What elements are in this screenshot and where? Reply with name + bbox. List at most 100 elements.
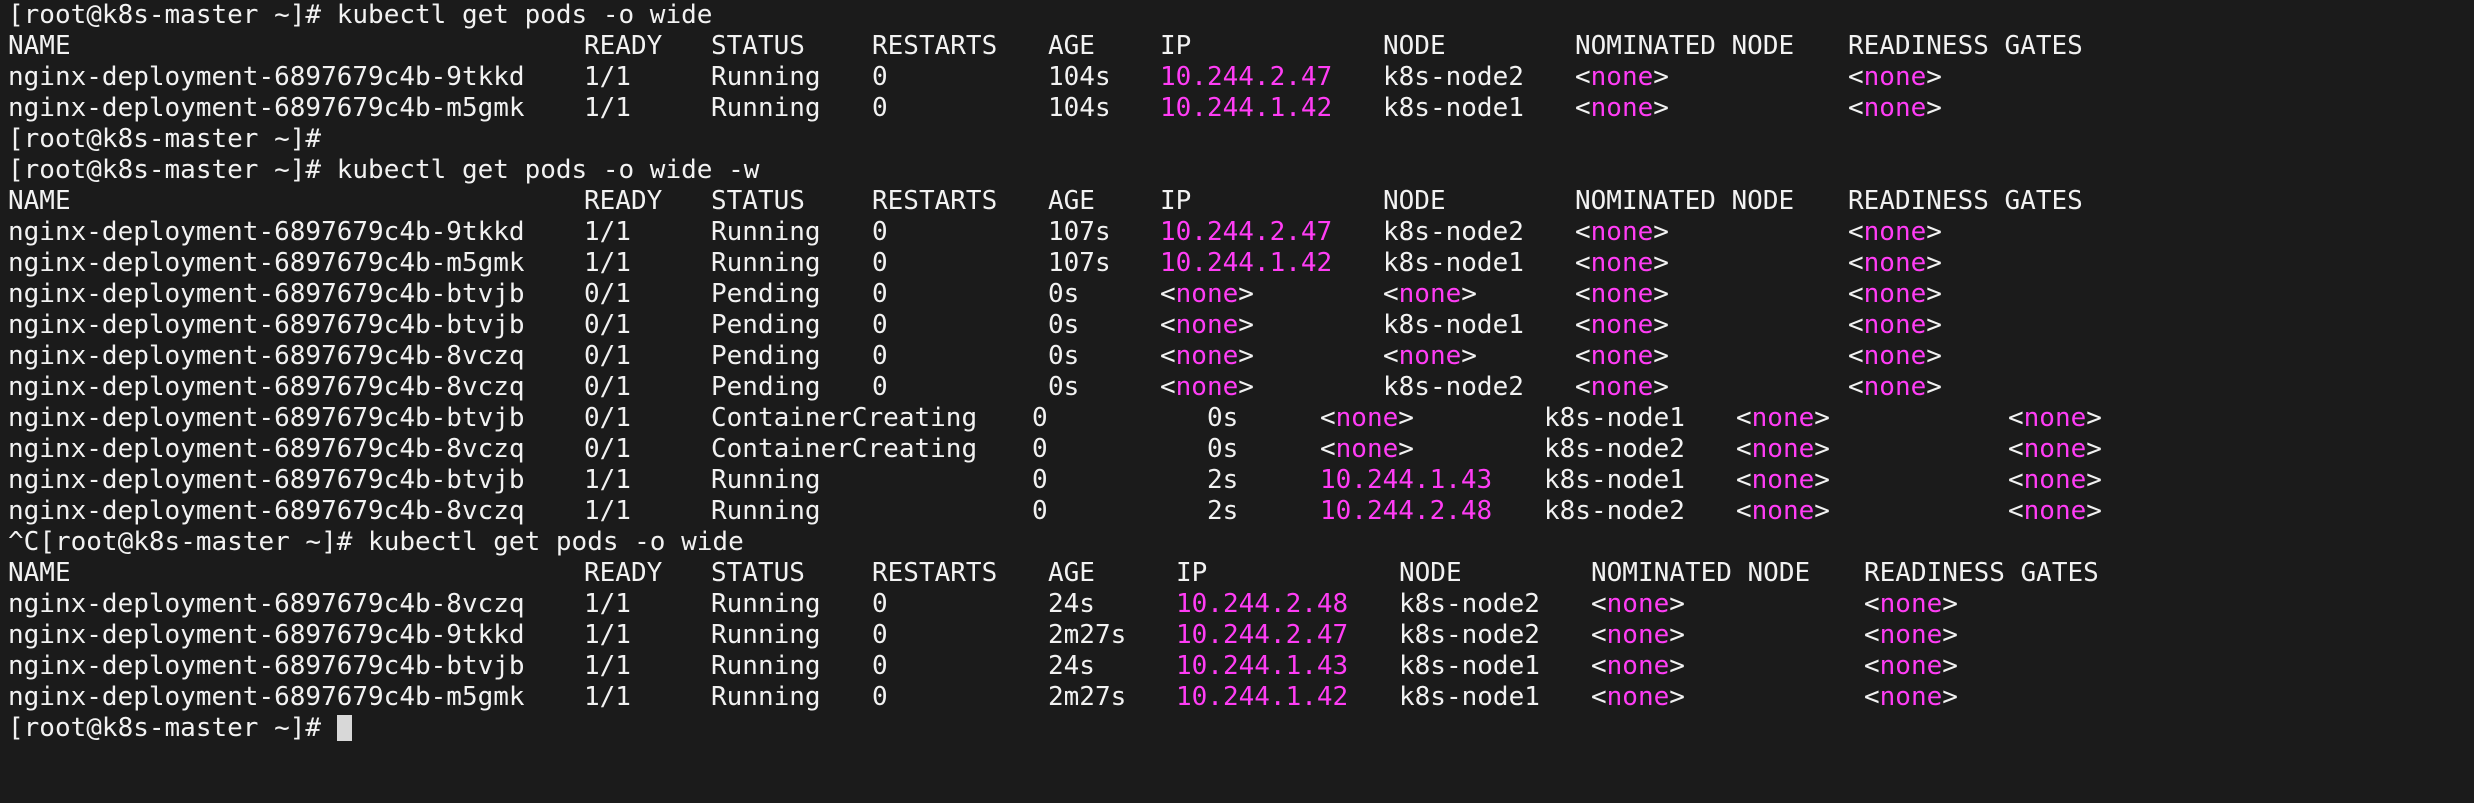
pod-status: Pending	[711, 310, 821, 340]
none-close: >	[1942, 682, 1958, 712]
pod-nominated-node: <none>	[1575, 62, 1669, 93]
pod-status: Running	[711, 62, 821, 92]
terminal-line: [root@k8s-master ~]# kubectl get pods -o…	[8, 155, 2474, 186]
column-header: NAME	[8, 186, 71, 216]
none-close: >	[1398, 434, 1414, 464]
pod-restarts: 0	[872, 372, 888, 402]
pod-age: 0s	[1048, 341, 1080, 371]
none-open: <	[1591, 589, 1607, 619]
pod-age: 0s	[1048, 372, 1080, 402]
command-line: [root@k8s-master ~]# kubectl get pods -o…	[8, 0, 712, 31]
pod-status: Running	[711, 651, 821, 681]
none-close: >	[1238, 341, 1254, 371]
none-close: >	[1926, 341, 1942, 371]
pod-name: nginx-deployment-6897679c4b-btvjb	[8, 403, 525, 433]
pod-nominated-node: <none>	[1591, 651, 1685, 682]
pod-node: k8s-node1	[1383, 248, 1524, 278]
none-word: none	[1590, 93, 1654, 123]
pod-readiness-gates: <none>	[2008, 465, 2102, 496]
none-open: <	[1848, 341, 1864, 371]
none-open: <	[1575, 62, 1591, 92]
pod-readiness-gates: <none>	[1848, 62, 1942, 93]
pod-status: Running	[711, 589, 821, 619]
none-close: >	[1653, 279, 1669, 309]
none-word: none	[2023, 496, 2087, 526]
shell-prompt: [root@k8s-master ~]#	[8, 713, 337, 743]
column-header: READINESS GATES	[1848, 186, 2083, 216]
none-close: >	[1942, 620, 1958, 650]
pod-node: k8s-node2	[1383, 372, 1524, 402]
pod-name: nginx-deployment-6897679c4b-btvjb	[8, 465, 525, 495]
pod-node: k8s-node1	[1399, 682, 1540, 712]
pod-age: 2m27s	[1048, 620, 1127, 650]
pod-readiness-gates: <none>	[1848, 248, 1942, 279]
pod-readiness-gates: <none>	[1848, 372, 1942, 403]
none-word: none	[2023, 434, 2087, 464]
terminal-window[interactable]: [root@k8s-master ~]# kubectl get pods -o…	[0, 0, 2474, 803]
none-open: <	[1575, 341, 1591, 371]
pod-node: k8s-node1	[1544, 403, 1685, 433]
none-open: <	[1736, 496, 1752, 526]
none-open: <	[1848, 279, 1864, 309]
command-line: [root@k8s-master ~]#	[8, 124, 337, 155]
pod-ready: 1/1	[584, 93, 631, 123]
pod-ip: <none>	[1160, 372, 1254, 403]
column-header: NOMINATED NODE	[1591, 558, 1811, 588]
column-header: RESTARTS	[872, 31, 998, 61]
pod-ready: 1/1	[584, 62, 631, 92]
pod-node: <none>	[1383, 279, 1477, 310]
pod-status: Running	[711, 217, 821, 247]
pod-row: nginx-deployment-6897679c4b-9tkkd 1/1 Runn…	[8, 62, 2474, 93]
none-close: >	[1942, 589, 1958, 619]
pod-nominated-node: <none>	[1736, 496, 1830, 527]
none-word: none	[2023, 403, 2087, 433]
pod-row: nginx-deployment-6897679c4b-8vczq 1/1 Runn…	[8, 589, 2474, 620]
pod-name: nginx-deployment-6897679c4b-9tkkd	[8, 620, 525, 650]
column-header: NODE	[1399, 558, 1462, 588]
none-close: >	[1238, 372, 1254, 402]
column-header: NAME	[8, 31, 71, 61]
column-header: READY	[584, 558, 663, 588]
pod-nominated-node: <none>	[1575, 310, 1669, 341]
pod-ready: 0/1	[584, 403, 631, 433]
pod-restarts: 0	[1032, 465, 1048, 495]
pod-row: nginx-deployment-6897679c4b-btvjb 0/1 Pend…	[8, 279, 2474, 310]
pod-name: nginx-deployment-6897679c4b-8vczq	[8, 496, 525, 526]
terminal-line: [root@k8s-master ~]#	[8, 713, 2474, 744]
none-open: <	[1591, 682, 1607, 712]
pod-age: 0s	[1207, 403, 1239, 433]
command-line: ^C[root@k8s-master ~]# kubectl get pods …	[8, 527, 744, 558]
pod-ip: 10.244.2.48	[1320, 496, 1493, 526]
pod-readiness-gates: <none>	[1848, 93, 1942, 124]
none-word: none	[1590, 248, 1654, 278]
pod-age: 0s	[1048, 279, 1080, 309]
pod-nominated-node: <none>	[1575, 93, 1669, 124]
pod-nominated-node: <none>	[1575, 217, 1669, 248]
none-open: <	[1575, 248, 1591, 278]
pod-nominated-node: <none>	[1736, 465, 1830, 496]
pod-name: nginx-deployment-6897679c4b-9tkkd	[8, 217, 525, 247]
pod-restarts: 0	[872, 279, 888, 309]
shell-prompt: [root@k8s-master ~]#	[39, 527, 369, 557]
column-header: STATUS	[711, 558, 805, 588]
pod-age: 2s	[1207, 496, 1239, 526]
pod-readiness-gates: <none>	[1848, 217, 1942, 248]
pod-name: nginx-deployment-6897679c4b-9tkkd	[8, 62, 525, 92]
pod-row: nginx-deployment-6897679c4b-9tkkd 1/1 Runn…	[8, 620, 2474, 651]
pod-nominated-node: <none>	[1591, 682, 1685, 713]
none-word: none	[1590, 279, 1654, 309]
pod-ready: 1/1	[584, 465, 631, 495]
column-header: READY	[584, 186, 663, 216]
none-open: <	[1320, 434, 1336, 464]
none-close: >	[1926, 93, 1942, 123]
pod-ip: <none>	[1160, 341, 1254, 372]
pod-status: Running	[711, 465, 821, 495]
text-cursor[interactable]	[336, 715, 352, 741]
column-header: RESTARTS	[872, 186, 998, 216]
pod-ready: 1/1	[584, 651, 631, 681]
pod-node: k8s-node1	[1399, 651, 1540, 681]
pod-nominated-node: <none>	[1575, 248, 1669, 279]
pod-age: 104s	[1048, 93, 1111, 123]
none-close: >	[1461, 279, 1477, 309]
none-open: <	[1736, 434, 1752, 464]
